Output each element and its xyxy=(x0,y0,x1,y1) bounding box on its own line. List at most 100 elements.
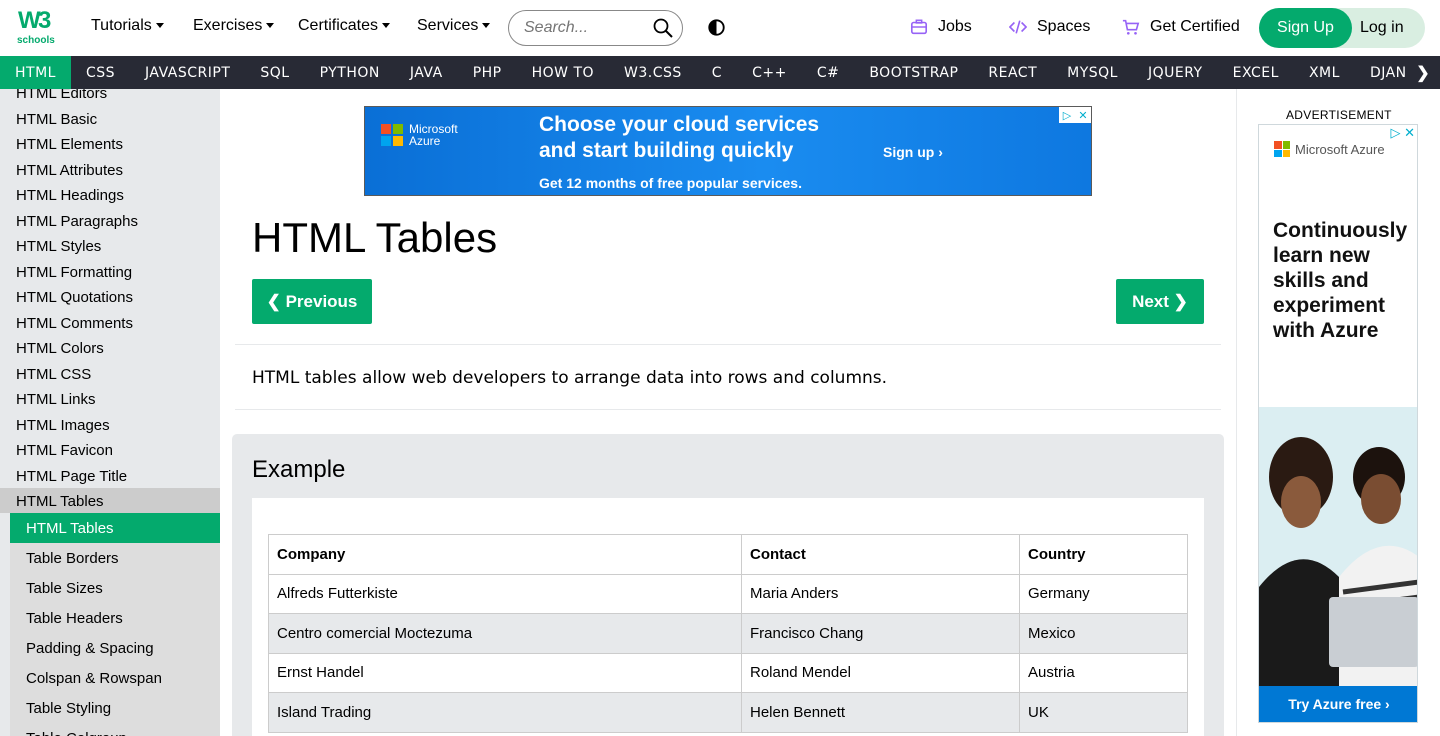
sidebar-item[interactable]: HTML Comments xyxy=(16,315,133,332)
topic-tab-javascript[interactable]: JAVASCRIPT xyxy=(130,56,245,89)
ad-brand-line2: Azure xyxy=(409,134,441,148)
search-icon[interactable] xyxy=(653,18,673,38)
ad-subtext: Get 12 months of free popular services. xyxy=(539,175,802,191)
close-ad-icon[interactable]: ✕ xyxy=(1075,107,1091,123)
topic-tab-c#[interactable]: C# xyxy=(802,56,855,89)
w3schools-logo[interactable]: W 3 3 schools xyxy=(16,7,60,47)
logo-sub: schools xyxy=(17,35,55,46)
ad-headline-line2: and start building quickly xyxy=(539,139,794,162)
table-header-cell: Company xyxy=(268,534,742,575)
sidebar-item[interactable]: HTML Quotations xyxy=(16,289,133,306)
topic-tab-react[interactable]: REACT xyxy=(973,56,1052,89)
caret-down-icon xyxy=(482,22,491,28)
previous-button[interactable]: ❮ Previous xyxy=(252,279,372,324)
topic-tab-w3-css[interactable]: W3.CSS xyxy=(609,56,697,89)
table-cell: Mexico xyxy=(1019,613,1188,654)
table-cell: Austria xyxy=(1019,652,1188,693)
table-cell: Roland Mendel xyxy=(741,652,1020,693)
table-cell: Island Trading xyxy=(268,692,742,733)
sidebar-subitem[interactable]: Table Headers xyxy=(26,610,123,627)
table-row: Ernst Handel Roland Mendel Austria xyxy=(268,652,1188,693)
jobs-link[interactable]: Jobs xyxy=(910,18,972,36)
ad-brand: Microsoft Azure xyxy=(409,123,458,147)
adchoices-icon[interactable]: ▷ xyxy=(1059,107,1075,123)
topic-tab-excel[interactable]: EXCEL xyxy=(1218,56,1294,89)
table-cell: Francisco Chang xyxy=(741,613,1020,654)
sidebar-item[interactable]: HTML CSS xyxy=(16,366,91,383)
ad-sign-up-link[interactable]: Sign up › xyxy=(883,144,943,160)
code-icon xyxy=(1009,20,1027,34)
side-ad-copy-line: with Azure xyxy=(1273,319,1379,342)
topic-tab-how-to[interactable]: HOW TO xyxy=(517,56,609,89)
topic-tab-css[interactable]: CSS xyxy=(71,56,130,89)
divider xyxy=(235,409,1221,410)
jobs-label: Jobs xyxy=(938,18,972,35)
spaces-link[interactable]: Spaces xyxy=(1009,18,1090,36)
topic-tab-c[interactable]: C xyxy=(697,56,737,89)
side-ad-copy-line: skills and xyxy=(1273,269,1369,292)
nav-tutorials[interactable]: Tutorials xyxy=(91,17,164,35)
try-azure-button[interactable]: Try Azure free › xyxy=(1259,686,1417,722)
dark-mode-toggle-icon[interactable] xyxy=(708,19,725,36)
next-button[interactable]: Next ❯ xyxy=(1116,279,1204,324)
search-box xyxy=(508,10,683,46)
sidebar-item[interactable]: HTML Page Title xyxy=(16,468,127,485)
nav-certificates-label: Certificates xyxy=(298,17,379,34)
topic-tab-bootstrap[interactable]: BOOTSTRAP xyxy=(854,56,973,89)
sidebar-subitem[interactable]: Colspan & Rowspan xyxy=(26,670,162,687)
topic-tab-xml[interactable]: XML xyxy=(1294,56,1355,89)
topic-tab-php[interactable]: PHP xyxy=(458,56,517,89)
sidebar-item[interactable]: HTML Tables xyxy=(16,493,104,510)
side-ad-copy: Continuously learn new skills and experimen… xyxy=(1273,218,1407,343)
topic-tab-jquery[interactable]: JQUERY xyxy=(1133,56,1218,89)
sidebar-item[interactable]: HTML Formatting xyxy=(16,264,132,281)
adchoices[interactable]: ▷ ✕ xyxy=(1059,107,1091,123)
sidebar-item[interactable]: HTML Links xyxy=(16,391,95,408)
sidebar-item[interactable]: HTML Favicon xyxy=(16,442,113,459)
sidebar-item[interactable]: HTML Basic xyxy=(16,111,97,128)
sidebar-item[interactable]: HTML Images xyxy=(16,417,110,434)
sidebar-item[interactable]: HTML Paragraphs xyxy=(16,213,138,230)
sidebar-subitem[interactable]: Table Borders xyxy=(26,550,119,567)
nav-exercises[interactable]: Exercises xyxy=(193,17,275,35)
intro-text: HTML tables allow web developers to arra… xyxy=(252,368,888,388)
table-row: Alfreds Futterkiste Maria Anders Germany xyxy=(268,573,1188,614)
get-certified-link[interactable]: Get Certified xyxy=(1122,18,1240,36)
sidebar-subitem[interactable]: Table Sizes xyxy=(26,580,103,597)
sidebar-subitem[interactable]: HTML Tables xyxy=(26,520,114,537)
topic-tab-python[interactable]: PYTHON xyxy=(305,56,395,89)
sidebar-item[interactable]: HTML Headings xyxy=(16,187,124,204)
sidebar-subitem[interactable]: Padding & Spacing xyxy=(26,640,154,657)
sign-up-button[interactable]: Sign Up xyxy=(1259,8,1352,48)
topic-tab-sql[interactable]: SQL xyxy=(245,56,304,89)
sidebar-subitem[interactable]: Table Styling xyxy=(26,700,111,717)
side-ad-copy-line: learn new xyxy=(1273,244,1370,267)
advertisement-label: ADVERTISEMENT xyxy=(1286,108,1392,122)
log-in-button[interactable]: Log in xyxy=(1360,8,1404,48)
sidebar-item[interactable]: HTML Styles xyxy=(16,238,101,255)
sidebar-item[interactable]: HTML Editors xyxy=(16,89,107,102)
nav-certificates[interactable]: Certificates xyxy=(298,17,391,35)
table-cell: Helen Bennett xyxy=(741,692,1020,733)
table-cell: UK xyxy=(1019,692,1188,733)
topic-tab-html[interactable]: HTML xyxy=(0,56,71,89)
sidebar: HTML Editors HTML Basic HTML Elements HTML … xyxy=(0,89,220,736)
chevron-right-icon[interactable]: ❯ xyxy=(1406,56,1440,89)
nav-services[interactable]: Services xyxy=(417,17,491,35)
microsoft-logo-icon xyxy=(381,124,403,146)
side-advertisement[interactable]: Microsoft Azure ▷ ✕ Continuously learn ne… xyxy=(1258,124,1418,723)
briefcase-icon xyxy=(910,19,928,35)
topic-tab-java[interactable]: JAVA xyxy=(395,56,458,89)
sidebar-item[interactable]: HTML Colors xyxy=(16,340,104,357)
sidebar-item[interactable]: HTML Attributes xyxy=(16,162,123,179)
top-advertisement[interactable]: Microsoft Azure Choose your cloud servic… xyxy=(364,106,1092,196)
cart-icon xyxy=(1122,19,1140,35)
nav-tutorials-label: Tutorials xyxy=(91,17,152,34)
search-input[interactable] xyxy=(524,19,644,37)
sidebar-subitem[interactable]: Table Colgroup xyxy=(26,730,127,736)
sidebar-item[interactable]: HTML Elements xyxy=(16,136,123,153)
topic-tab-mysql[interactable]: MYSQL xyxy=(1052,56,1133,89)
ad-headline: Choose your cloud services and start bui… xyxy=(539,112,819,164)
topic-tab-c++[interactable]: C++ xyxy=(737,56,802,89)
adchoices-icon[interactable]: ▷ ✕ xyxy=(1390,125,1415,141)
